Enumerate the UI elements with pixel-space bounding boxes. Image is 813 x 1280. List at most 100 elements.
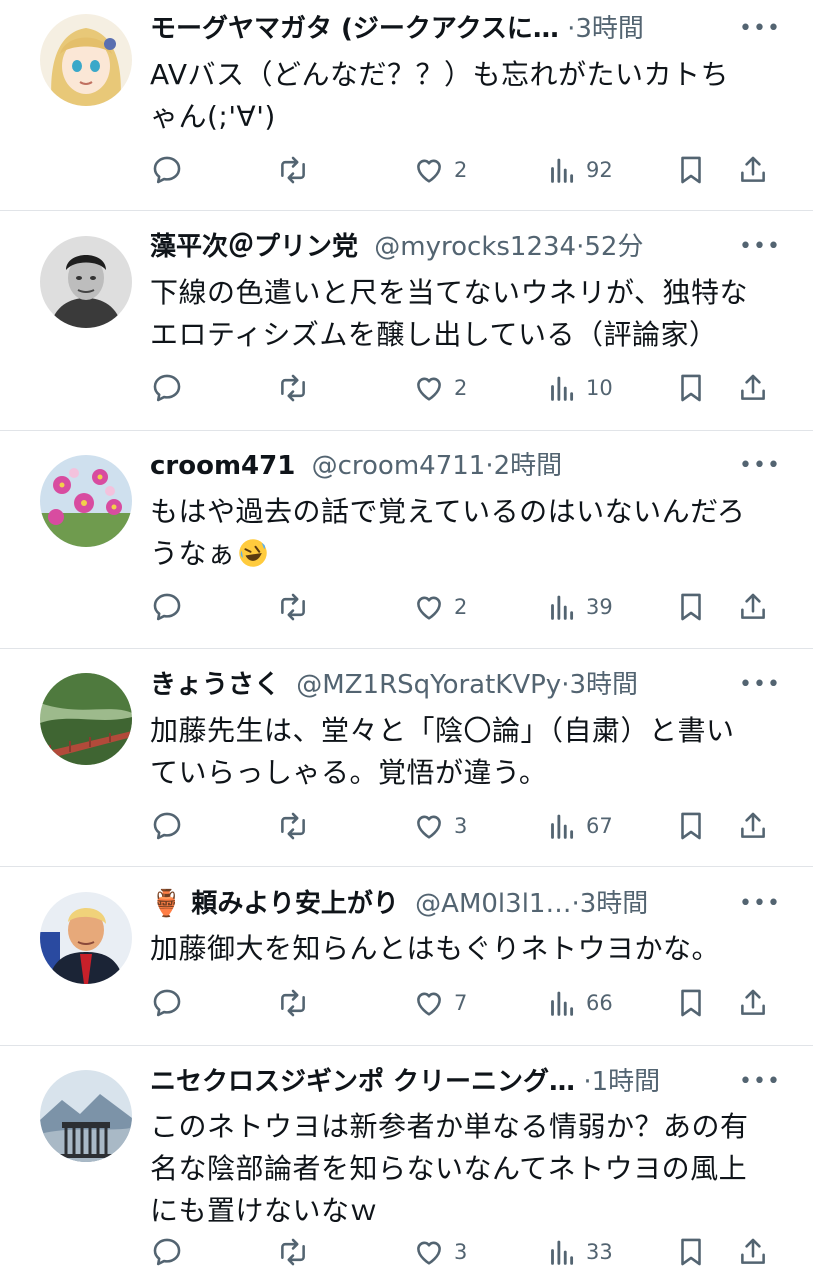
heart-icon xyxy=(412,590,446,624)
reply-button[interactable] xyxy=(150,587,192,627)
more-options-button[interactable]: ••• xyxy=(739,232,780,262)
display-name[interactable]: ニセクロスジギンポ クリーニング… xyxy=(150,1067,575,1097)
view-count: 66 xyxy=(586,991,613,1015)
avatar[interactable] xyxy=(40,236,132,328)
like-button[interactable]: 7 xyxy=(412,983,467,1023)
like-button[interactable]: 2 xyxy=(412,368,467,408)
timestamp[interactable]: 1時間 xyxy=(592,1067,661,1097)
heart-icon xyxy=(412,809,446,843)
action-bar: 2 39 xyxy=(150,587,775,627)
like-count: 7 xyxy=(454,991,468,1015)
views-button[interactable]: 10 xyxy=(544,368,613,408)
share-icon xyxy=(736,590,770,624)
display-name[interactable]: croom471 xyxy=(150,451,295,481)
display-name[interactable]: モーグヤマガタ (ジークアクスに… xyxy=(150,14,559,44)
view-count: 10 xyxy=(586,376,613,400)
post-divider xyxy=(0,866,813,867)
bookmark-icon xyxy=(674,986,708,1020)
timestamp[interactable]: 3時間 xyxy=(580,889,649,919)
reply-button[interactable] xyxy=(150,368,192,408)
more-options-button[interactable]: ••• xyxy=(739,670,780,700)
share-button[interactable] xyxy=(736,150,770,190)
views-button[interactable]: 67 xyxy=(544,806,613,846)
share-icon xyxy=(736,371,770,405)
like-button[interactable]: 2 xyxy=(412,150,467,190)
avatar[interactable] xyxy=(40,455,132,547)
share-icon xyxy=(736,1235,770,1269)
post-header: croom471 @croom4711·2時間 xyxy=(150,449,743,483)
view-count: 67 xyxy=(586,814,613,838)
like-count: 3 xyxy=(454,814,468,838)
separator: · xyxy=(571,889,580,919)
more-icon: ••• xyxy=(739,672,781,697)
reply-feed: モーグヤマガタ (ジークアクスに… ·3時間 ••• AVバス（どんなだ？？）も… xyxy=(0,0,813,1280)
share-button[interactable] xyxy=(736,806,770,846)
share-button[interactable] xyxy=(736,587,770,627)
bookmark-button[interactable] xyxy=(674,587,708,627)
repost-button[interactable] xyxy=(276,983,318,1023)
more-icon: ••• xyxy=(739,234,781,259)
like-button[interactable]: 3 xyxy=(412,1232,467,1272)
view-count: 92 xyxy=(586,158,613,182)
more-options-button[interactable]: ••• xyxy=(739,451,780,481)
timestamp[interactable]: 52分 xyxy=(584,232,643,262)
more-icon: ••• xyxy=(739,453,781,478)
display-name[interactable]: 藻平次＠プリン党 xyxy=(150,232,358,262)
reply-button[interactable] xyxy=(150,806,192,846)
repost-button[interactable] xyxy=(276,587,318,627)
views-icon xyxy=(544,809,578,843)
views-button[interactable]: 33 xyxy=(544,1232,613,1272)
like-count: 3 xyxy=(454,1240,468,1264)
more-options-button[interactable]: ••• xyxy=(739,1067,780,1097)
display-name[interactable]: きょうさく xyxy=(150,670,280,700)
post-header: モーグヤマガタ (ジークアクスに… ·3時間 xyxy=(150,12,743,46)
reply-button[interactable] xyxy=(150,1232,192,1272)
views-button[interactable]: 66 xyxy=(544,983,613,1023)
action-bar: 3 67 xyxy=(150,806,775,846)
heart-icon xyxy=(412,371,446,405)
repost-button[interactable] xyxy=(276,1232,318,1272)
timestamp[interactable]: 3時間 xyxy=(569,670,638,700)
reply-button[interactable] xyxy=(150,983,192,1023)
user-handle[interactable]: @MZ1RSqYoratKVPy xyxy=(296,670,561,700)
share-icon xyxy=(736,986,770,1020)
post-text: 下線の色遣いと尺を当てないウネリが、独特な エロティシズムを醸し出している（評論… xyxy=(150,272,780,356)
more-options-button[interactable]: ••• xyxy=(739,14,780,44)
more-options-button[interactable]: ••• xyxy=(739,889,780,919)
views-button[interactable]: 39 xyxy=(544,587,613,627)
share-button[interactable] xyxy=(736,1232,770,1272)
reply-button[interactable] xyxy=(150,150,192,190)
repost-button[interactable] xyxy=(276,806,318,846)
repost-button[interactable] xyxy=(276,368,318,408)
user-handle[interactable]: @AM0l3l1… xyxy=(415,889,571,919)
share-icon xyxy=(736,809,770,843)
share-button[interactable] xyxy=(736,983,770,1023)
user-handle[interactable]: @croom4711 xyxy=(312,451,486,481)
timestamp[interactable]: 3時間 xyxy=(575,14,644,44)
avatar[interactable] xyxy=(40,14,132,106)
avatar[interactable] xyxy=(40,1070,132,1162)
bookmark-button[interactable] xyxy=(674,1232,708,1272)
bookmark-button[interactable] xyxy=(674,150,708,190)
heart-icon xyxy=(412,153,446,187)
reply-post[interactable]: ニセクロスジギンポ クリーニング… ·1時間 ••• このネトウヨは新参者か単な… xyxy=(0,0,813,1280)
user-handle[interactable]: @myrocks1234 xyxy=(374,232,576,262)
reply-icon xyxy=(150,809,184,843)
repost-icon xyxy=(276,153,310,187)
share-button[interactable] xyxy=(736,368,770,408)
post-text-body: 加藤先生は、堂々と「陰〇論」（自粛）と書い ていらっしゃる。覚悟が違う。 xyxy=(150,714,735,789)
bookmark-icon xyxy=(674,153,708,187)
views-icon xyxy=(544,590,578,624)
bookmark-button[interactable] xyxy=(674,806,708,846)
bookmark-icon xyxy=(674,371,708,405)
avatar[interactable] xyxy=(40,673,132,765)
avatar[interactable] xyxy=(40,892,132,984)
bookmark-button[interactable] xyxy=(674,983,708,1023)
like-button[interactable]: 2 xyxy=(412,587,467,627)
timestamp[interactable]: 2時間 xyxy=(494,451,563,481)
display-name[interactable]: 🏺 頼みより安上がり xyxy=(150,889,399,919)
views-button[interactable]: 92 xyxy=(544,150,613,190)
repost-button[interactable] xyxy=(276,150,318,190)
like-button[interactable]: 3 xyxy=(412,806,467,846)
bookmark-button[interactable] xyxy=(674,368,708,408)
